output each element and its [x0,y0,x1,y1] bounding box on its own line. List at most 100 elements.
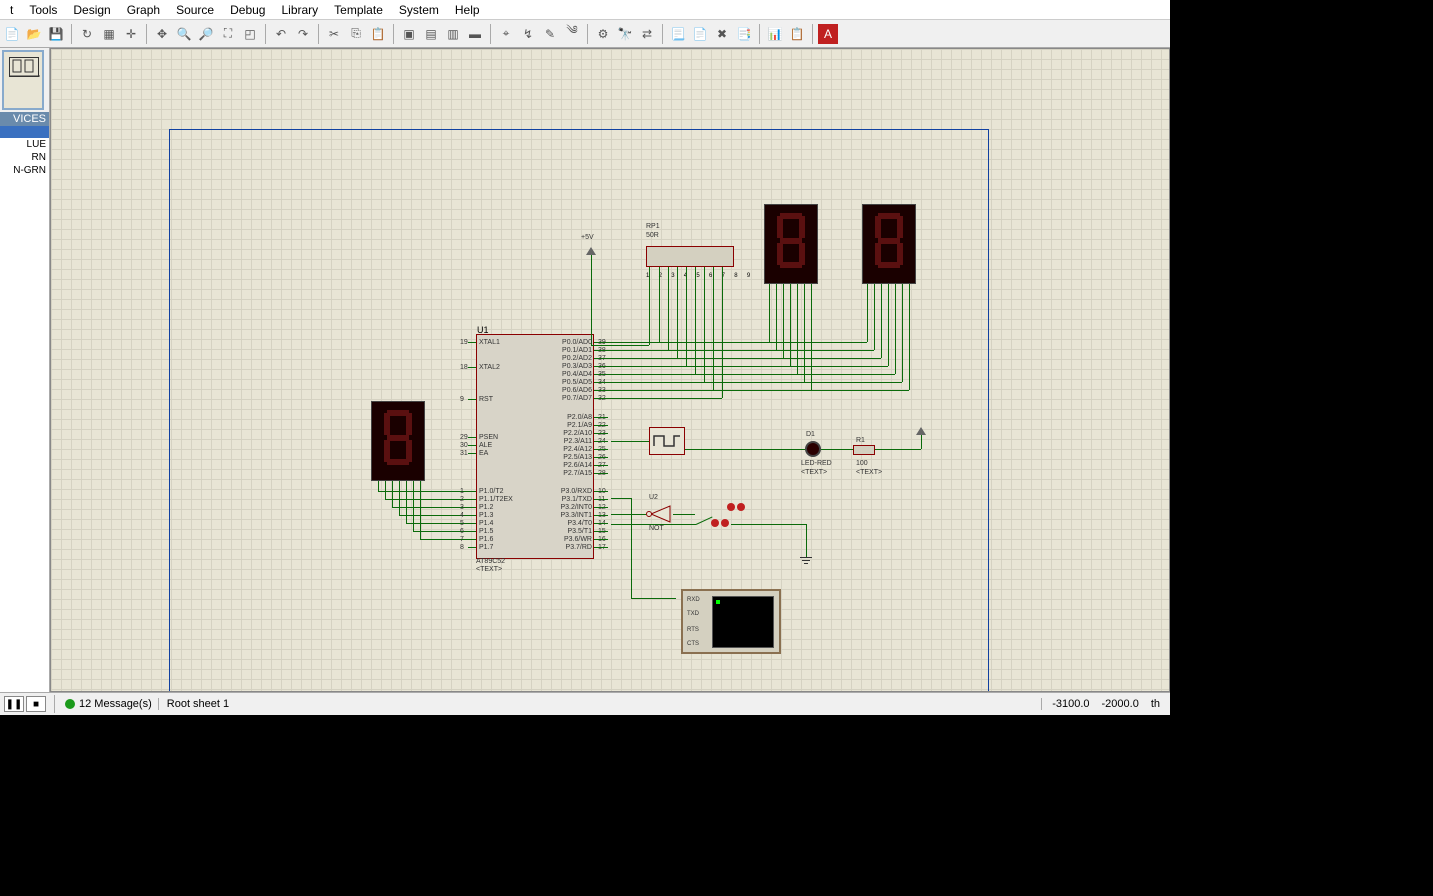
tb-zoom-area-icon[interactable]: ◰ [240,24,260,44]
status-sep [54,695,55,713]
tb-block-move-icon[interactable]: ▤ [421,24,441,44]
tb-pan-icon[interactable]: ✥ [152,24,172,44]
tb-script-icon[interactable]: ✎ [540,24,560,44]
not-name: NOT [649,525,664,532]
device-item[interactable]: LUE [0,138,49,151]
tb-sep [71,24,72,44]
device-item[interactable]: N-GRN [0,164,49,177]
device-item[interactable]: RN [0,151,49,164]
ground-symbol[interactable] [800,557,812,567]
menu-tools[interactable]: Tools [21,1,65,19]
tb-report1-icon[interactable]: 📃 [668,24,688,44]
power-symbol[interactable] [586,247,596,255]
wire [685,449,805,450]
power-label: +5V [581,234,594,241]
tb-block-rotate-icon[interactable]: ▥ [443,24,463,44]
tb-zoom-out-icon[interactable]: 🔎 [196,24,216,44]
tb-text-icon[interactable]: ༄ [562,24,582,44]
tb-report4-icon[interactable]: 📑 [734,24,754,44]
tb-refresh-icon[interactable]: ↻ [77,24,97,44]
tb-zoom-fit-icon[interactable]: ⛶ [218,24,238,44]
respack-val: 50R [646,232,659,239]
main-area: VICES LUE RN N-GRN U1 AT89C52 <TEXT> RP1… [0,48,1170,692]
toolbar: 📄 📂 💾 ↻ ▦ ✛ ✥ 🔍 🔎 ⛶ ◰ ↶ ↷ ✂ ⎘ 📋 ▣ ▤ ▥ ▬ … [0,20,1170,48]
tb-block-delete-icon[interactable]: ▬ [465,24,485,44]
tb-replace-icon[interactable]: ⇄ [637,24,657,44]
clock-source[interactable] [649,427,685,455]
menu-source[interactable]: Source [168,1,222,19]
menu-design[interactable]: Design [65,1,118,19]
tb-wire-icon[interactable]: ↯ [518,24,538,44]
resistor[interactable] [853,445,875,455]
led[interactable] [805,441,821,457]
term-pin-cts: CTS [687,641,699,647]
wire [611,514,646,515]
tb-cut-icon[interactable]: ✂ [324,24,344,44]
menu-help[interactable]: Help [447,1,488,19]
power-symbol-2[interactable] [916,427,926,435]
seven-seg-1[interactable] [764,204,818,284]
sim-controls: ❚❚ ■ [0,696,50,712]
canvas[interactable]: U1 AT89C52 <TEXT> RP1 50R 1 2 3 4 5 6 7 … [50,48,1170,692]
sim-stop-button[interactable]: ■ [26,696,46,712]
switch-dot[interactable] [727,503,735,511]
switch-dot[interactable] [721,519,729,527]
respack-ref: RP1 [646,223,660,230]
wire [875,449,921,450]
tb-block-copy-icon[interactable]: ▣ [399,24,419,44]
tb-save-icon[interactable]: 💾 [46,24,66,44]
tb-sep [587,24,588,44]
tb-paste-icon[interactable]: 📋 [368,24,388,44]
menu-template[interactable]: Template [326,1,391,19]
wire [673,514,695,515]
seven-seg-2[interactable] [862,204,916,284]
tb-bom-icon[interactable]: 📋 [787,24,807,44]
device-list[interactable]: LUE RN N-GRN [0,126,49,692]
wire [631,598,676,599]
res-text: <TEXT> [856,469,882,476]
wire [821,449,853,450]
tb-report3-icon[interactable]: ✖ [712,24,732,44]
status-messages[interactable]: 12 Message(s) [59,698,158,710]
menu-graph[interactable]: Graph [119,1,168,19]
res-ref: R1 [856,437,865,444]
tb-report2-icon[interactable]: 📄 [690,24,710,44]
preview-schematic-icon [9,57,39,77]
tb-new-icon[interactable]: 📄 [2,24,22,44]
seven-seg-3[interactable] [371,401,425,481]
wire [611,498,631,499]
tb-zoom-in-icon[interactable]: 🔍 [174,24,194,44]
tb-origin-icon[interactable]: ✛ [121,24,141,44]
tb-pick-icon[interactable]: ⌖ [496,24,516,44]
menu-system[interactable]: System [391,1,447,19]
tb-grid-icon[interactable]: ▦ [99,24,119,44]
wire [649,267,650,345]
tb-open-icon[interactable]: 📂 [24,24,44,44]
statusbar: ❚❚ ■ 12 Message(s) Root sheet 1 -3100.0 … [0,692,1170,715]
tb-compile-icon[interactable]: ⚙ [593,24,613,44]
tb-undo-icon[interactable]: ↶ [271,24,291,44]
tb-sep [318,24,319,44]
virtual-terminal[interactable]: RXD TXD RTS CTS [681,589,781,654]
switch-dot[interactable] [737,503,745,511]
wire [611,524,696,525]
tb-redo-icon[interactable]: ↷ [293,24,313,44]
preview-box[interactable] [2,50,44,110]
menu-edit[interactable]: t [2,1,21,19]
wire [611,441,649,442]
tb-find-icon[interactable]: 🔭 [615,24,635,44]
chip-ref: U1 [477,325,489,335]
menu-debug[interactable]: Debug [222,1,273,19]
switch-dot[interactable] [711,519,719,527]
not-gate[interactable] [646,504,670,524]
tb-netlist-icon[interactable]: 📊 [765,24,785,44]
device-item[interactable] [0,126,49,138]
led-text: <TEXT> [801,469,827,476]
tb-copy-icon[interactable]: ⎘ [346,24,366,44]
status-sheet: Root sheet 1 [158,698,237,710]
tb-ares-icon[interactable]: A [818,24,838,44]
respack[interactable] [646,246,734,267]
wire [806,524,807,557]
menu-library[interactable]: Library [273,1,326,19]
sim-pause-button[interactable]: ❚❚ [4,696,24,712]
